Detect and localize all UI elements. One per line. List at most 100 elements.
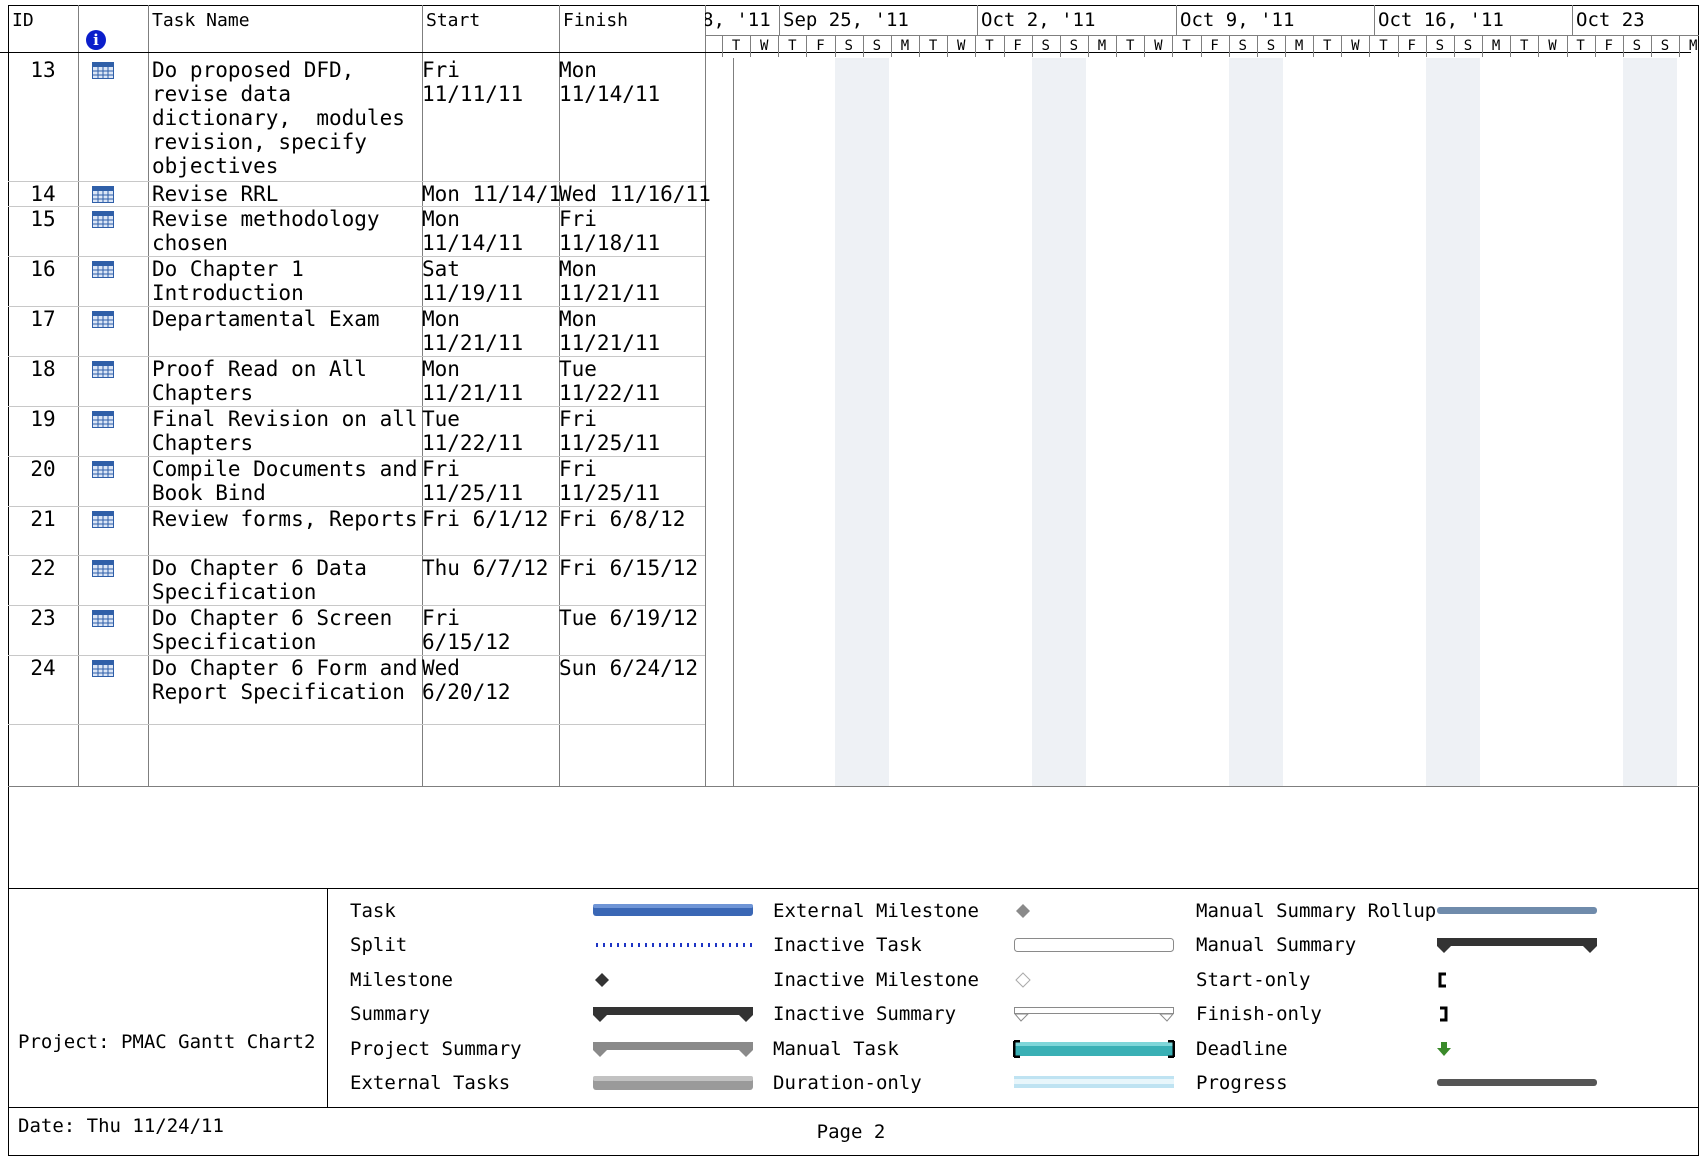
table-icon: [92, 610, 114, 627]
table-icon: [92, 186, 114, 203]
task-name: Review forms, Reports: [152, 507, 418, 531]
day-divider: [1172, 35, 1174, 57]
day-cell: W: [1154, 38, 1163, 54]
task-name: Do Chapter 6 Data Specification: [152, 556, 367, 604]
day-divider: [1650, 35, 1652, 57]
weekend-shade: [1622, 58, 1678, 786]
table-icon: [92, 361, 114, 378]
task-id: 23: [30, 606, 56, 630]
day-cell: F: [1604, 38, 1613, 54]
table-icon: [92, 411, 114, 428]
day-divider: [806, 35, 808, 57]
day-divider: [862, 35, 864, 57]
column-header-task-name[interactable]: Task Name: [148, 5, 422, 57]
week-divider: [977, 5, 978, 35]
day-divider: [1679, 35, 1681, 57]
day-divider: [1397, 35, 1399, 57]
task-start: Mon 11/14/11: [422, 207, 524, 255]
day-cell: W: [957, 38, 966, 54]
table-icon: [92, 62, 114, 79]
day-divider: [1341, 35, 1343, 57]
inactive-task-legend-icon: [1013, 936, 1175, 958]
legend-top-border: [8, 888, 1699, 889]
day-cell: T: [1520, 38, 1529, 54]
table-icon: [92, 660, 114, 677]
legend-label: External Tasks: [350, 1072, 511, 1094]
day-divider: [834, 35, 836, 57]
task-row[interactable]: 15 Revise methodology chosen Mon 11/14/11 F…: [8, 207, 705, 257]
task-name: Revise RRL: [152, 182, 279, 206]
task-name: Compile Documents and Book Bind: [152, 457, 418, 505]
day-cell: S: [1660, 38, 1670, 54]
task-row[interactable]: 20 Compile Documents and Book Bind Fri 11/…: [8, 457, 705, 507]
legend-label: Duration-only: [773, 1072, 922, 1094]
day-cell: W: [1351, 38, 1360, 54]
task-id: 15: [30, 207, 56, 231]
day-cell: S: [1632, 38, 1642, 54]
gantt-chart[interactable]: TWTFSSMTWTFSSMTWTFSSMTWTFSSMTWTFSSMTWTFS…: [705, 5, 1699, 786]
legend-label: Summary: [350, 1003, 431, 1025]
task-row[interactable]: 22 Do Chapter 6 Data Specification Thu 6/7…: [8, 556, 705, 606]
task-row[interactable]: 18 Proof Read on All Chapters Mon 11/21/11…: [8, 357, 705, 407]
week-label: 8, '11: [705, 9, 771, 31]
task-name: Departamental Exam: [152, 307, 380, 331]
day-cell: S: [1463, 38, 1473, 54]
legend-label: Split: [350, 934, 408, 956]
task-id: 18: [30, 357, 56, 381]
day-cell: S: [1266, 38, 1276, 54]
day-divider: [1453, 35, 1455, 57]
task-id: 24: [30, 656, 56, 680]
day-divider: [1003, 35, 1005, 57]
start-only-legend-icon: [1436, 971, 1598, 995]
task-legend-icon: [592, 902, 754, 922]
day-cell: T: [1182, 38, 1191, 54]
weekend-shade: [834, 58, 889, 786]
external-tasks-legend-icon: [592, 1074, 754, 1096]
task-name: Final Revision on all Chapters: [152, 407, 418, 455]
day-cell: T: [985, 38, 994, 54]
task-row[interactable]: 21 Review forms, Reports Fri 6/1/12 Fri 6/8…: [8, 507, 705, 556]
task-finish: Fri 11/18/11: [559, 207, 661, 255]
chart-grid-line: [733, 58, 734, 786]
task-start: Fri 6/1/12: [422, 507, 549, 531]
legend-label: Inactive Task: [773, 934, 922, 956]
column-header-start[interactable]: Start: [422, 5, 559, 57]
legend-divider: [327, 888, 328, 1107]
task-id: 20: [30, 457, 56, 481]
task-row[interactable]: 23 Do Chapter 6 Screen Specification Fri 6…: [8, 606, 705, 656]
task-row[interactable]: 24 Do Chapter 6 Form and Report Specifica…: [8, 656, 705, 725]
duration-only-legend-icon: [1013, 1074, 1175, 1094]
legend-label: Manual Summary Rollup: [1196, 900, 1437, 922]
info-icon: i: [86, 30, 106, 50]
day-divider: [1594, 35, 1596, 57]
weekend-shade: [1228, 58, 1283, 786]
task-start: Tue 11/22/11: [422, 407, 524, 455]
day-cell: T: [788, 38, 797, 54]
task-row[interactable]: 13 Do proposed DFD, revise data dictionar…: [8, 58, 705, 182]
task-finish: Wed 11/16/11: [559, 182, 711, 206]
weekend-shade: [1031, 58, 1086, 786]
day-divider: [1228, 35, 1230, 57]
legend-label: Deadline: [1196, 1038, 1288, 1060]
legend-label: Project Summary: [350, 1038, 522, 1060]
task-start: Mon 11/21/11: [422, 307, 524, 355]
week-label: Oct 9, '11: [1180, 9, 1295, 31]
day-divider: [919, 35, 921, 57]
external-milestone-legend-icon: [1013, 902, 1175, 926]
day-cell: T: [1322, 38, 1332, 54]
task-name: Revise methodology chosen: [152, 207, 380, 255]
day-divider: [1622, 35, 1624, 57]
legend-label: Manual Task: [773, 1038, 899, 1060]
column-header-indicators[interactable]: i: [78, 5, 148, 57]
legend-label: Start-only: [1196, 969, 1311, 991]
day-divider: [975, 35, 977, 57]
task-row[interactable]: 19 Final Revision on all Chapters Tue 11/2…: [8, 407, 705, 457]
deadline-legend-icon: [1436, 1040, 1598, 1064]
task-row[interactable]: 17 Departamental Exam Mon 11/21/11 Mon 11/2…: [8, 307, 705, 357]
task-row[interactable]: 14 Revise RRL Mon 11/14/1 Wed 11/16/11: [8, 182, 711, 207]
task-row[interactable]: 16 Do Chapter 1 Introduction Sat 11/19/11 M…: [8, 257, 705, 307]
column-header-id[interactable]: ID: [8, 5, 78, 57]
column-header-finish[interactable]: Finish: [559, 5, 705, 57]
day-divider: [947, 35, 949, 57]
inactive-summary-legend-icon: [1013, 1005, 1175, 1029]
